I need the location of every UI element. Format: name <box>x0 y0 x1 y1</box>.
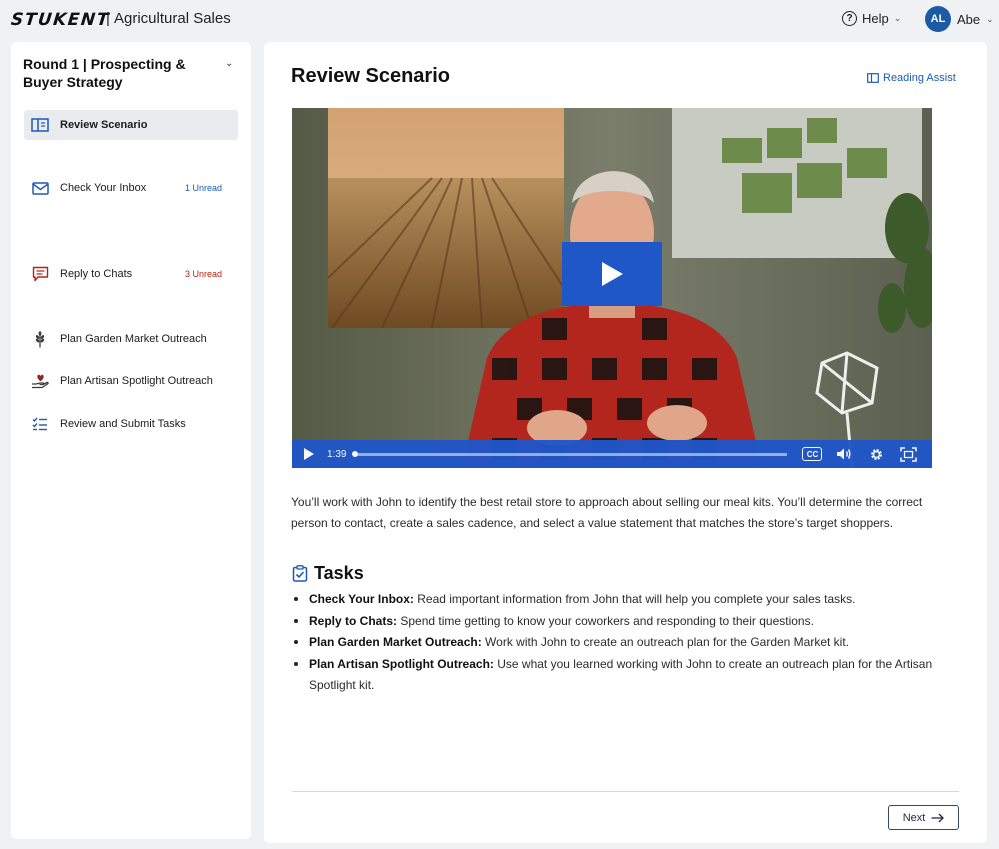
play-icon <box>304 448 314 460</box>
video-progress-bar[interactable] <box>352 450 788 457</box>
volume-button[interactable] <box>833 445 855 463</box>
reading-assist-button[interactable]: Reading Assist <box>867 72 956 84</box>
arrow-right-icon <box>931 813 945 822</box>
sidebar-item-label: Review Scenario <box>60 119 148 131</box>
sidebar-item-check-inbox[interactable]: Check Your Inbox 1 Unread <box>24 173 238 203</box>
user-menu-button[interactable]: AL Abe ⌄ <box>925 6 994 32</box>
help-label: Help <box>862 11 889 26</box>
unread-badge: 1 Unread <box>184 183 222 193</box>
chevron-down-icon: ⌄ <box>986 13 994 24</box>
tasks-heading: Tasks <box>292 563 364 584</box>
tasks-title: Tasks <box>314 563 364 583</box>
help-icon: ? <box>842 11 857 26</box>
divider <box>292 791 959 792</box>
captions-button[interactable]: CC <box>801 445 823 463</box>
task-text: Spend time getting to know your coworker… <box>397 613 814 628</box>
book-open-icon <box>867 73 879 83</box>
round-selector[interactable]: Round 1 | Prospecting & Buyer Strategy <box>23 55 223 91</box>
list-item: Check Your Inbox: Read important informa… <box>291 589 951 611</box>
task-name: Reply to Chats: <box>309 613 398 628</box>
list-item: Reply to Chats: Spend time getting to kn… <box>291 611 951 633</box>
task-name: Check Your Inbox: <box>309 592 414 606</box>
volume-icon <box>837 448 851 460</box>
sidebar-item-label: Reply to Chats <box>60 268 133 280</box>
task-name: Plan Garden Market Outreach: <box>309 635 482 649</box>
help-menu-button[interactable]: ? Help ⌄ <box>842 11 901 26</box>
task-text: Read important information from John tha… <box>413 592 856 606</box>
main-panel: Review Scenario Reading Assist 1:39 CC Y… <box>264 42 987 843</box>
wheat-icon <box>31 330 49 347</box>
gear-icon <box>871 448 882 460</box>
video-controls: 1:39 CC <box>292 440 932 468</box>
settings-button[interactable] <box>865 445 887 463</box>
sidebar-item-review-submit[interactable]: Review and Submit Tasks <box>24 409 238 439</box>
next-button[interactable]: Next <box>888 805 959 830</box>
play-icon <box>602 262 623 286</box>
task-list: Check Your Inbox: Read important informa… <box>291 589 951 697</box>
fullscreen-icon <box>900 446 917 462</box>
checklist-icon <box>31 416 49 432</box>
scenario-description: You’ll work with John to identify the be… <box>291 495 923 530</box>
sidebar-item-label: Review and Submit Tasks <box>60 418 186 430</box>
sidebar-item-review-scenario[interactable]: Review Scenario <box>24 110 238 140</box>
list-item: Plan Garden Market Outreach: Work with J… <box>291 632 951 654</box>
captions-icon: CC <box>802 447 823 461</box>
clipboard-check-icon <box>292 565 308 582</box>
mail-icon <box>31 180 49 196</box>
chevron-down-icon: ⌄ <box>893 13 902 23</box>
list-item: Plan Artisan Spotlight Outreach: Use wha… <box>291 654 951 697</box>
reading-assist-label: Reading Assist <box>883 72 956 84</box>
progress-handle[interactable] <box>352 450 359 457</box>
sidebar-item-artisan-spotlight[interactable]: Plan Artisan Spotlight Outreach <box>24 366 238 396</box>
task-text: Work with John to create an outreach pla… <box>481 635 850 649</box>
page-title: Review Scenario <box>291 65 450 87</box>
top-bar: STUKENT | Agricultural Sales ? Help ⌄ AL… <box>0 0 999 40</box>
chevron-down-icon[interactable]: ⌄ <box>225 58 233 69</box>
sidebar-item-label: Check Your Inbox <box>60 182 147 194</box>
user-name: Abe <box>957 11 981 27</box>
hand-heart-icon <box>31 373 49 389</box>
book-open-icon <box>31 117 49 133</box>
chat-icon <box>31 266 49 282</box>
play-control-button[interactable] <box>304 447 318 461</box>
task-name: Plan Artisan Spotlight Outreach: <box>309 656 494 671</box>
fullscreen-button[interactable] <box>897 445 919 463</box>
sidebar-item-label: Plan Artisan Spotlight Outreach <box>60 375 213 387</box>
next-label: Next <box>902 811 926 824</box>
sidebar-item-garden-market[interactable]: Plan Garden Market Outreach <box>24 324 238 354</box>
sidebar-item-reply-chats[interactable]: Reply to Chats 3 Unread <box>24 259 238 289</box>
video-player[interactable]: 1:39 CC <box>292 108 932 468</box>
avatar: AL <box>925 6 951 32</box>
stukent-logo[interactable]: STUKENT <box>10 10 111 30</box>
play-button[interactable] <box>562 242 662 306</box>
title-separator: | <box>106 10 110 27</box>
video-time: 1:39 <box>327 448 347 460</box>
sidebar-item-label: Plan Garden Market Outreach <box>60 333 207 345</box>
unread-badge: 3 Unread <box>184 269 222 279</box>
sidebar: Round 1 | Prospecting & Buyer Strategy ⌄… <box>11 42 251 839</box>
app-title: Agricultural Sales <box>114 10 231 27</box>
